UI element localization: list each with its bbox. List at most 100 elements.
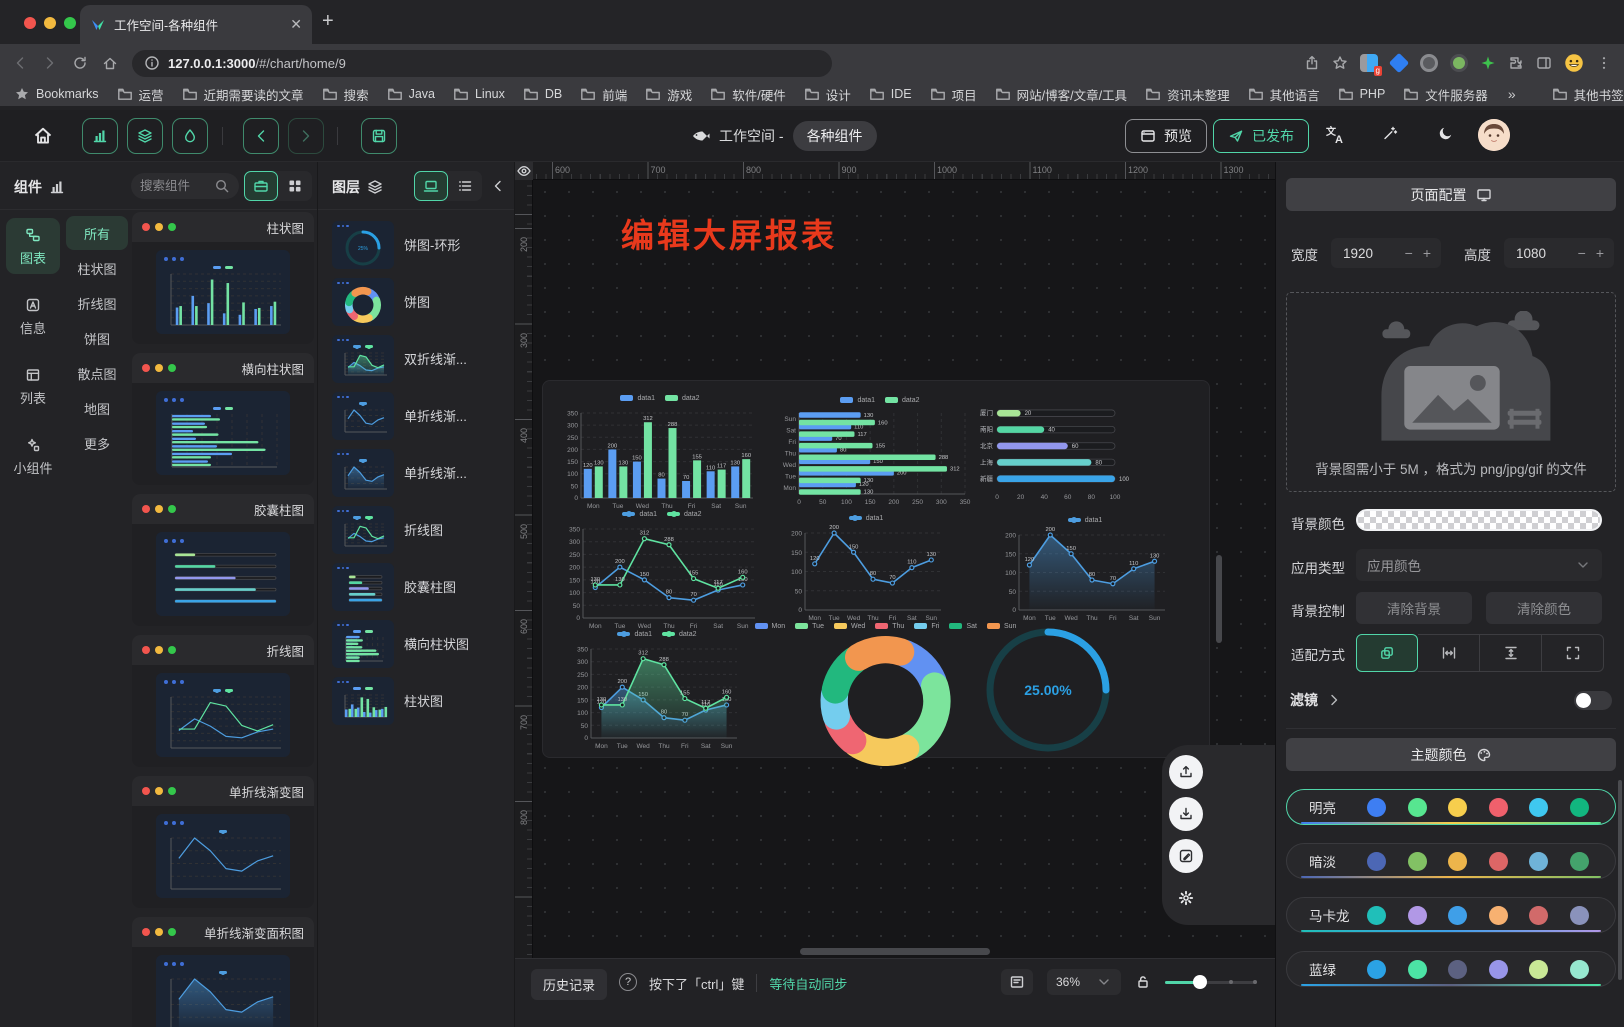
export-button[interactable]: [1169, 755, 1203, 789]
theme-row-马卡龙[interactable]: 马卡龙: [1286, 897, 1616, 933]
fit-height-button[interactable]: [1480, 634, 1542, 672]
bookmark-item[interactable]: 搜索: [322, 85, 369, 104]
other-bookmarks[interactable]: 其他书签: [1552, 85, 1624, 104]
extension-icon[interactable]: [1420, 54, 1438, 72]
component-card[interactable]: 折线图: [132, 635, 314, 767]
width-plus-button[interactable]: +: [1423, 245, 1431, 261]
help-icon[interactable]: ?: [619, 973, 637, 991]
toggle-guides-button[interactable]: [515, 162, 533, 180]
user-avatar[interactable]: [1478, 119, 1510, 151]
import-button[interactable]: [1169, 797, 1203, 831]
thumbnail-view-button[interactable]: [414, 171, 448, 201]
theme-row-蓝绿[interactable]: 蓝绿: [1286, 951, 1616, 987]
page-config-header[interactable]: 页面配置: [1286, 178, 1616, 211]
vertical-scrollbar[interactable]: [1216, 555, 1222, 643]
editor-canvas[interactable]: 6007008009001000110012001300 20030040050…: [515, 162, 1275, 1027]
bookmark-item[interactable]: 资讯未整理: [1145, 85, 1230, 104]
bookmark-item[interactable]: 网站/博客/文章/工具: [995, 85, 1127, 104]
home-icon[interactable]: [102, 55, 118, 71]
bookmark-item[interactable]: PHP: [1338, 85, 1386, 104]
sidebar-item-列表[interactable]: 列表: [6, 358, 60, 414]
sidebar-item-图表[interactable]: 图表: [6, 218, 60, 274]
publish-button[interactable]: 已发布: [1213, 119, 1309, 153]
widget-capsule[interactable]: 厦门20南阳40北京60上海80新疆100020406080100: [971, 397, 1141, 503]
bookmark-item[interactable]: 项目: [930, 85, 977, 104]
clear-color-button[interactable]: 清除颜色: [1486, 592, 1602, 624]
width-value[interactable]: 1920: [1331, 246, 1405, 261]
browser-tab[interactable]: 工作空间-各种组件 ✕: [80, 5, 312, 44]
dashboard-preview[interactable]: data1data2501001502002503003500MonTueWed…: [542, 380, 1210, 758]
sidebar-toggle-icon[interactable]: [1536, 55, 1552, 71]
bookmark-item[interactable]: 软件/硬件: [710, 85, 785, 104]
horizontal-scrollbar[interactable]: [800, 948, 990, 955]
bookmark-item[interactable]: DB: [523, 85, 562, 104]
category-item[interactable]: 散点图: [66, 356, 128, 390]
preview-button[interactable]: 预览: [1125, 119, 1207, 153]
bookmark-item[interactable]: Java: [387, 85, 435, 104]
layer-item[interactable]: 25%饼图-环形: [318, 216, 514, 273]
browser-menu-icon[interactable]: [1596, 55, 1612, 71]
background-upload-dropzone[interactable]: 背景图需小于 5M ，格式为 png/jpg/gif 的文件: [1286, 292, 1616, 492]
reload-icon[interactable]: [72, 55, 88, 71]
widget-area2[interactable]: data1data2501001502002503003500MonTueWed…: [567, 627, 747, 751]
width-minus-button[interactable]: −: [1405, 245, 1413, 261]
search-input[interactable]: [140, 179, 209, 193]
layer-item[interactable]: 单折线渐...: [318, 387, 514, 444]
bookmark-item[interactable]: 其他语言: [1248, 85, 1320, 104]
undo-button[interactable]: [243, 118, 279, 154]
extensions-puzzle-icon[interactable]: [1508, 55, 1524, 71]
history-button[interactable]: 历史记录: [531, 969, 607, 1000]
close-window-button[interactable]: [24, 17, 36, 29]
component-card[interactable]: 胶囊柱图: [132, 494, 314, 626]
forward-icon[interactable]: [42, 55, 58, 71]
theme-color-header[interactable]: 主题颜色: [1286, 738, 1616, 771]
height-minus-button[interactable]: −: [1578, 245, 1586, 261]
search-input-wrap[interactable]: [131, 173, 239, 199]
magic-wand-icon[interactable]: [1382, 125, 1398, 141]
theme-row-暗淡[interactable]: 暗淡: [1286, 843, 1616, 879]
bookmarks-overflow-button[interactable]: »: [1508, 86, 1516, 102]
bookmark-item[interactable]: IDE: [869, 85, 912, 104]
profile-avatar[interactable]: [1564, 53, 1584, 73]
toolbox-view-button[interactable]: [244, 171, 278, 201]
fit-auto-button[interactable]: [1356, 634, 1418, 672]
bookmark-item[interactable]: Linux: [453, 85, 505, 104]
layer-item[interactable]: 单折线渐...: [318, 444, 514, 501]
back-icon[interactable]: [12, 55, 28, 71]
translate-icon[interactable]: 文A: [1325, 125, 1345, 145]
extension-icon[interactable]: [1450, 54, 1468, 72]
widget-hbar2[interactable]: data1data2050100150200250300350Mon120130…: [775, 393, 985, 507]
tab-close-icon[interactable]: ✕: [290, 16, 302, 33]
category-item[interactable]: 柱状图: [66, 251, 128, 285]
details-toggle-button[interactable]: [172, 118, 208, 154]
lock-icon[interactable]: [1135, 974, 1151, 990]
layer-item[interactable]: 胶囊柱图: [318, 558, 514, 615]
height-plus-button[interactable]: +: [1596, 245, 1604, 261]
app-type-select[interactable]: 应用颜色: [1356, 549, 1602, 581]
zoom-slider[interactable]: [1165, 975, 1257, 989]
category-item[interactable]: 所有: [66, 216, 128, 250]
bookmark-item[interactable]: 设计: [804, 85, 851, 104]
widget-ring[interactable]: 25.00%: [983, 623, 1113, 757]
widget-pie[interactable]: MonTueWedThuFriSatSun: [778, 619, 993, 769]
bookmark-item[interactable]: 文件服务器: [1403, 85, 1488, 104]
bookmark-item[interactable]: 前端: [580, 85, 627, 104]
component-card[interactable]: 单折线渐变图: [132, 776, 314, 908]
layers-toggle-button[interactable]: [127, 118, 163, 154]
slider-knob[interactable]: [1193, 975, 1207, 989]
height-stepper[interactable]: 1080 −+: [1504, 238, 1614, 268]
layer-item[interactable]: 折线图: [318, 501, 514, 558]
background-color-swatch[interactable]: [1356, 509, 1602, 531]
fit-width-button[interactable]: [1418, 634, 1480, 672]
save-button[interactable]: [361, 118, 397, 154]
bookmark-item[interactable]: 游戏: [645, 85, 692, 104]
clear-background-button[interactable]: 清除背景: [1356, 592, 1472, 624]
layer-item[interactable]: 饼图: [318, 273, 514, 330]
bookmarks-manager[interactable]: Bookmarks: [14, 86, 99, 102]
components-toggle-button[interactable]: [82, 118, 118, 154]
settings-button[interactable]: [1169, 881, 1203, 915]
panel-scrollbar[interactable]: [1618, 780, 1622, 980]
sidebar-item-信息[interactable]: 信息: [6, 288, 60, 344]
bookmark-item[interactable]: 近期需要读的文章: [182, 85, 304, 104]
new-tab-button[interactable]: +: [322, 10, 334, 33]
